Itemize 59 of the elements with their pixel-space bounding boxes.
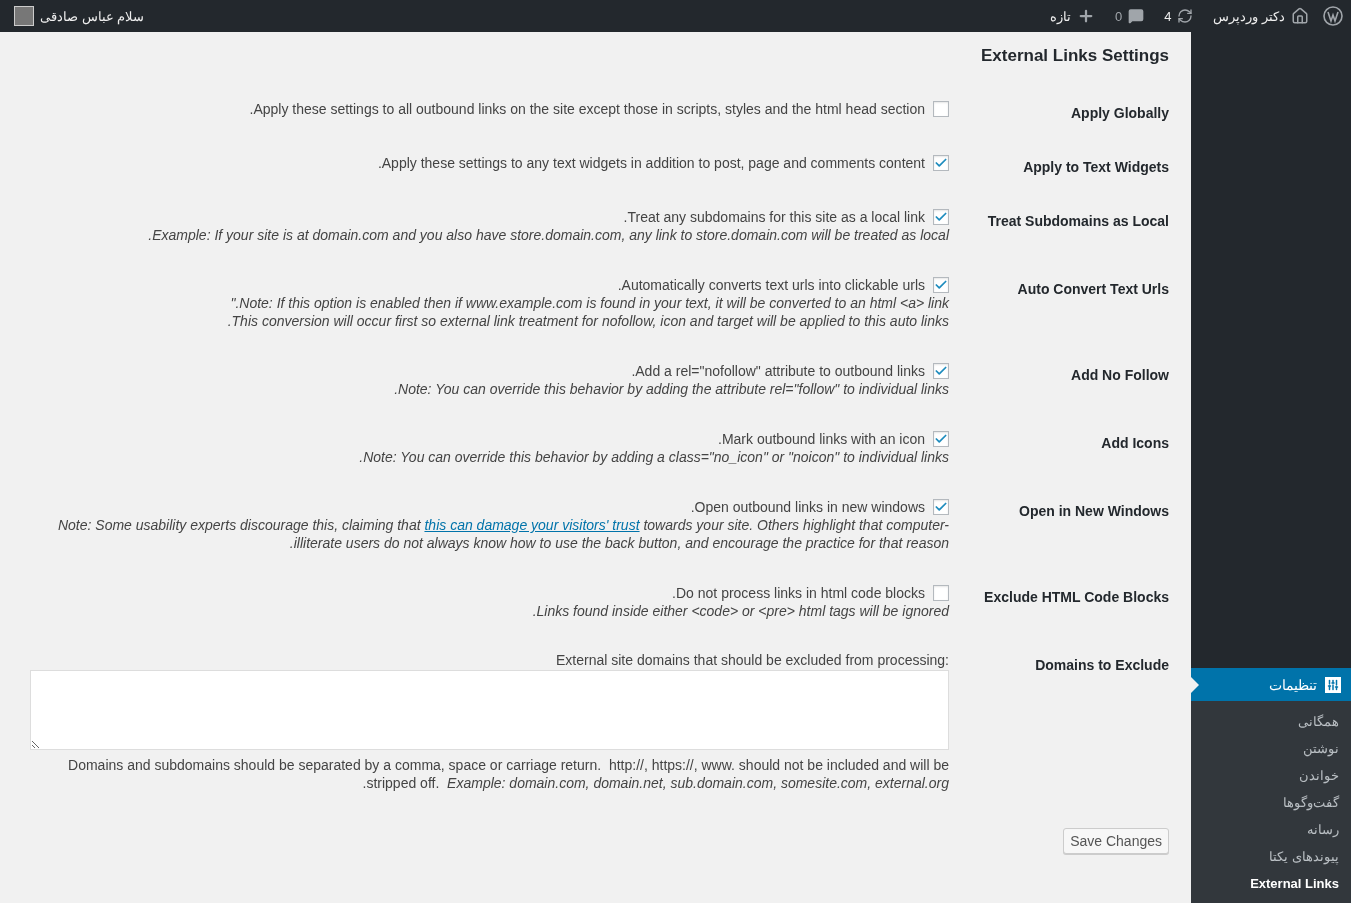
help-note: .This conversion will occur first so external link treatment for nofollow, icon and target will be applied to this auto links	[227, 312, 949, 330]
checkbox[interactable]	[933, 585, 949, 601]
setting-description: .Mark outbound links with an icon	[718, 430, 925, 448]
site-name-link[interactable]: دکتر وردپرس	[1207, 0, 1315, 32]
sliders-icon	[1327, 678, 1339, 691]
field-label: External site domains that should be excluded from processing:	[556, 652, 949, 668]
checkbox[interactable]	[933, 431, 949, 447]
setting-label: Add No Follow	[1070, 366, 1169, 385]
help-note: .stripped off. Example: domain.com, domain.net, sub.domain.com, somesite.com, external.org	[362, 774, 949, 792]
help-note: .illiterate users do not always know how to use the back button, and encourage the practice for that reason	[289, 534, 949, 552]
submenu-item[interactable]: External Links	[1191, 870, 1351, 897]
setting-description: .Open outbound links in new windows	[690, 498, 925, 516]
checkbox[interactable]	[933, 363, 949, 379]
help-note: .Example: If your site is at domain.com and you also have store.domain.com, any link to store.domain.com will be treated as local	[148, 226, 949, 244]
help-note: Domains and subdomains should be separated by a comma, space or carriage return. http://, https://, www. should not be included and will be	[68, 756, 949, 774]
setting-label: Apply Globally	[1070, 104, 1169, 122]
trust-link[interactable]: this can damage your visitors' trust	[424, 517, 640, 533]
setting-description: .Add a rel="nofollow" attribute to outbound links	[631, 362, 925, 380]
help-note: .Links found inside either <code> or <pre> html tags will be ignored	[532, 602, 949, 620]
help-note: .Note: You can override this behavior by adding the attribute rel="follow" to individual links	[394, 380, 949, 398]
settings-menu-item[interactable]: تنظیمات	[1191, 668, 1351, 701]
checkbox[interactable]	[933, 101, 949, 117]
setting-label: Add Icons	[1100, 434, 1169, 453]
updates-link[interactable]: 4	[1158, 0, 1200, 32]
setting-label: Apply to Text Widgets	[1022, 158, 1169, 176]
submenu-item[interactable]: رسانه	[1191, 816, 1351, 843]
checkbox[interactable]	[933, 499, 949, 515]
submenu-item[interactable]: گفت‌وگوها	[1191, 789, 1351, 816]
domains-input-field[interactable]	[30, 670, 949, 750]
account-link[interactable]: سلام عباس صادقی	[8, 0, 151, 32]
home-icon	[1291, 7, 1309, 25]
setting-label: Auto Convert Text Urls	[1016, 280, 1169, 299]
wordpress-logo-icon	[1323, 6, 1343, 26]
submenu-item[interactable]: خواندن	[1191, 762, 1351, 789]
setting-label: Open in New Windows	[1018, 502, 1169, 521]
submenu-item[interactable]: پیوندهای یکتا	[1191, 843, 1351, 870]
avatar-icon	[14, 6, 34, 26]
refresh-icon	[1177, 8, 1194, 24]
setting-description: .Apply these settings to any text widgets in addition to post, page and comments content	[377, 154, 925, 172]
setting-description: .Apply these settings to all outbound links on the site except those in scripts, styles and the html head section	[249, 100, 925, 118]
page-title: External Links Settings	[981, 46, 1169, 66]
setting-label: Treat Subdomains as Local	[986, 212, 1169, 231]
comments-link[interactable]: 0	[1108, 0, 1151, 32]
save-changes-button[interactable]: Save Changes	[1063, 828, 1169, 854]
help-note: Note: Some usability experts discourage this, claiming that this can damage your visitors' trust towards your site. Others highlight that computer-	[57, 516, 949, 534]
checkbox[interactable]	[933, 155, 949, 171]
setting-label: Domains to Exclude	[1034, 656, 1169, 675]
setting-description: .Treat any subdomains for this site as a local link	[623, 208, 925, 226]
help-note: .Note: You can override this behavior by adding a class="no_icon" or "noicon" to individual links	[359, 448, 949, 466]
setting-label: Exclude HTML Code Blocks	[983, 588, 1169, 607]
submenu-item[interactable]: همگانی	[1191, 708, 1351, 735]
help-note: ".Note: If this option is enabled then if www.example.com is found in your text, it will be converted to an html <a> link	[230, 294, 949, 312]
checkbox[interactable]	[933, 209, 949, 225]
comment-icon	[1128, 8, 1145, 24]
checkbox[interactable]	[933, 277, 949, 293]
submenu-item[interactable]: نوشتن	[1191, 735, 1351, 762]
setting-description: .Do not process links in html code blocks	[672, 584, 925, 602]
setting-description: .Automatically converts text urls into clickable urls	[617, 276, 925, 294]
new-content-link[interactable]: تازه	[1043, 0, 1101, 32]
